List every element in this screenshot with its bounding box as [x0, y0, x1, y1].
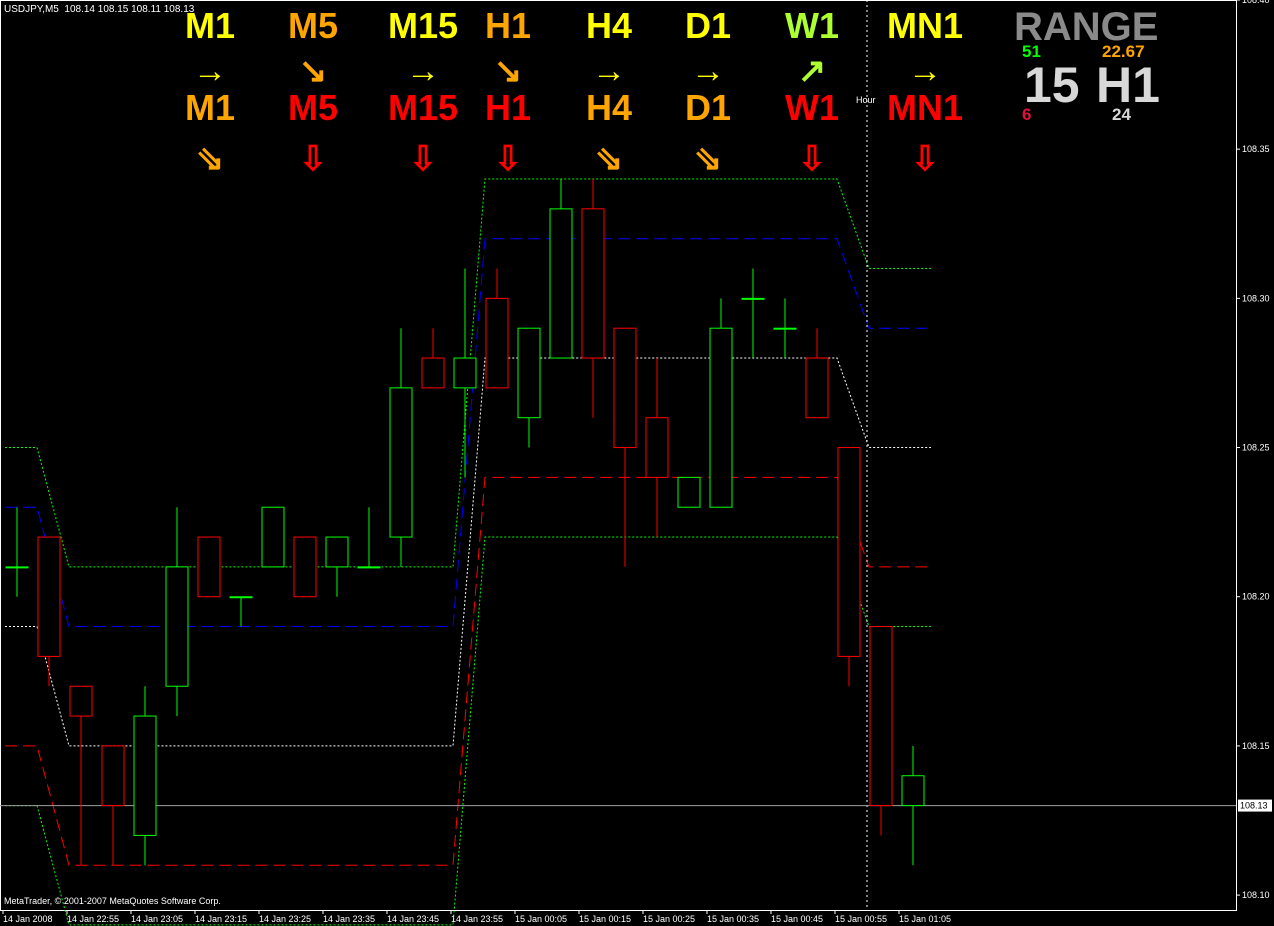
chart-frame — [0, 0, 1237, 911]
bottom-trend-arrow-icon-m15: ⇩ — [408, 140, 438, 178]
top-trend-arrow-icon-h4: → — [592, 52, 626, 90]
x-tick-label: 15 Jan 01:05 — [899, 914, 951, 924]
candle-body — [869, 626, 893, 807]
top-trend-arrow-icon-m15: → — [406, 52, 440, 90]
candle-body — [613, 327, 637, 449]
candle-body — [549, 208, 573, 359]
x-tick-label: 14 Jan 23:45 — [387, 914, 439, 924]
top-label-h1: H1 — [484, 5, 532, 46]
x-tick-label: 14 Jan 2008 — [3, 914, 53, 924]
candle-body — [677, 476, 701, 508]
bottom-label-d1: D1 — [684, 87, 732, 128]
y-tick-label: 108.20 — [1242, 592, 1270, 602]
x-tick-label: 15 Jan 00:25 — [643, 914, 695, 924]
x-tick-label: 14 Jan 23:35 — [323, 914, 375, 924]
bottom-label-m5: M5 — [287, 87, 338, 128]
candle-body — [741, 297, 765, 300]
x-tick-label: 14 Jan 23:05 — [131, 914, 183, 924]
hour-label: Hour — [856, 95, 876, 105]
top-trend-arrow-icon-w1: ↗ — [797, 52, 827, 90]
range-timeframe: H1 — [1096, 57, 1160, 113]
bottom-trend-arrow-icon-m5: ⇩ — [298, 140, 328, 178]
pivot-line-white — [5, 357, 931, 747]
bottom-label-m1: M1 — [184, 87, 235, 128]
candle-body — [37, 536, 61, 657]
x-tick-label: 15 Jan 00:45 — [771, 914, 823, 924]
x-tick-label: 15 Jan 00:55 — [835, 914, 887, 924]
candle-body — [69, 685, 93, 717]
copyright-text: MetaTrader, © 2001-2007 MetaQuotes Softw… — [4, 896, 221, 906]
x-tick-label: 14 Jan 22:55 — [67, 914, 119, 924]
y-tick-label: 108.10 — [1242, 890, 1270, 900]
top-label-w1: W1 — [785, 5, 839, 46]
top-trend-arrow-icon-h1: ↘ — [493, 52, 523, 90]
top-label-m15: M15 — [387, 5, 459, 46]
candle-body — [261, 506, 285, 568]
candle-body — [581, 208, 605, 359]
bottom-label-mn1: MN1 — [886, 87, 963, 128]
bottom-label-h4: H4 — [585, 87, 633, 128]
y-tick-label: 108.40 — [1242, 0, 1270, 5]
top-label-h4: H4 — [585, 5, 633, 46]
x-tick-label: 14 Jan 23:15 — [195, 914, 247, 924]
top-trend-arrow-icon-m5: ↘ — [298, 52, 328, 90]
bottom-trend-arrow-icon-w1: ⇩ — [797, 140, 827, 178]
top-trend-arrow-icon-m1: → — [193, 52, 227, 90]
candle-body — [5, 566, 29, 569]
bottom-trend-arrow-icon-h1: ⇩ — [493, 140, 523, 178]
candle-body — [805, 357, 829, 419]
y-tick-label: 108.25 — [1242, 443, 1270, 453]
x-tick-label: 14 Jan 23:55 — [451, 914, 503, 924]
x-tick-label: 15 Jan 00:15 — [579, 914, 631, 924]
candle-body — [709, 327, 733, 508]
top-label-d1: D1 — [684, 5, 732, 46]
candle-body — [901, 775, 925, 807]
y-tick-label: 108.35 — [1242, 144, 1270, 154]
candle-body — [485, 297, 509, 389]
top-trend-arrow-icon-mn1: → — [908, 52, 942, 90]
candle-body — [517, 327, 541, 419]
candle-body — [773, 327, 797, 330]
y-tick-label: 108.30 — [1242, 293, 1270, 303]
candle-body — [389, 387, 413, 538]
y-tick-label: 108.15 — [1242, 741, 1270, 751]
candle-body — [197, 536, 221, 598]
x-tick-label: 15 Jan 00:35 — [707, 914, 759, 924]
x-tick-label: 14 Jan 23:25 — [259, 914, 311, 924]
candle-body — [133, 715, 157, 836]
candle-body — [165, 566, 189, 687]
candle-body — [357, 566, 381, 569]
bottom-trend-arrow-icon-mn1: ⇩ — [910, 140, 940, 178]
x-tick-label: 15 Jan 00:05 — [515, 914, 567, 924]
bottom-label-w1: W1 — [785, 87, 839, 128]
top-label-m5: M5 — [287, 5, 338, 46]
price-chart[interactable]: 108.40 108.35 108.30 108.25 108.20 108.15 108.… — [0, 0, 1274, 926]
candle-body — [101, 745, 125, 807]
candle-body — [421, 357, 445, 389]
candle-body — [645, 417, 669, 478]
top-trend-arrow-icon-d1: → — [691, 52, 725, 90]
candle-body — [453, 357, 477, 389]
range-bottom-left-value: 6 — [1022, 105, 1032, 124]
range-bottom-right-value: 24 — [1112, 105, 1131, 124]
candle-body — [229, 596, 253, 599]
range-value: 15 — [1024, 57, 1080, 113]
bottom-label-m15: M15 — [387, 87, 459, 128]
bottom-trend-arrow-icon-d1: ⇘ — [693, 140, 723, 178]
bottom-label-h1: H1 — [484, 87, 532, 128]
top-label-m1: M1 — [184, 5, 235, 46]
current-price-label: 108.13 — [1240, 801, 1268, 811]
bottom-trend-arrow-icon-h4: ⇘ — [594, 140, 624, 178]
top-label-mn1: MN1 — [886, 5, 963, 46]
candle-body — [293, 536, 317, 598]
candle-body — [837, 447, 861, 657]
bottom-trend-arrow-icon-m1: ⇘ — [195, 140, 225, 178]
candle-body — [325, 536, 349, 568]
